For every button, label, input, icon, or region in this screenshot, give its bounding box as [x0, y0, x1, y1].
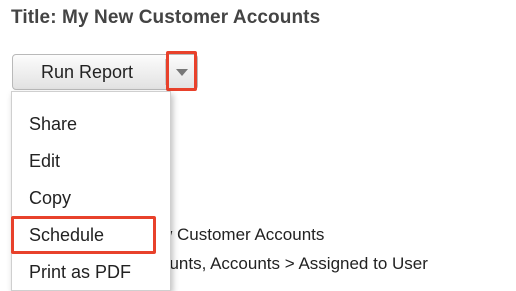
actions-dropdown-menu: Share Edit Copy Schedule Print as PDF	[11, 91, 171, 291]
run-report-split-button: Run Report	[12, 51, 198, 91]
dropdown-toggle-button[interactable]	[166, 51, 197, 91]
menu-item-share[interactable]: Share	[29, 114, 77, 135]
report-title: Title: My New Customer Accounts	[11, 7, 321, 28]
report-detail-line: w Customer Accounts	[160, 225, 325, 244]
menu-item-copy[interactable]: Copy	[29, 188, 71, 209]
run-report-button[interactable]: Run Report	[13, 55, 161, 89]
menu-item-edit[interactable]: Edit	[29, 151, 60, 172]
chevron-down-icon	[176, 69, 188, 76]
schedule-highlight-box	[11, 216, 156, 254]
report-detail-line: ounts, Accounts > Assigned to User	[160, 254, 428, 273]
menu-item-print-as-pdf[interactable]: Print as PDF	[29, 262, 131, 283]
